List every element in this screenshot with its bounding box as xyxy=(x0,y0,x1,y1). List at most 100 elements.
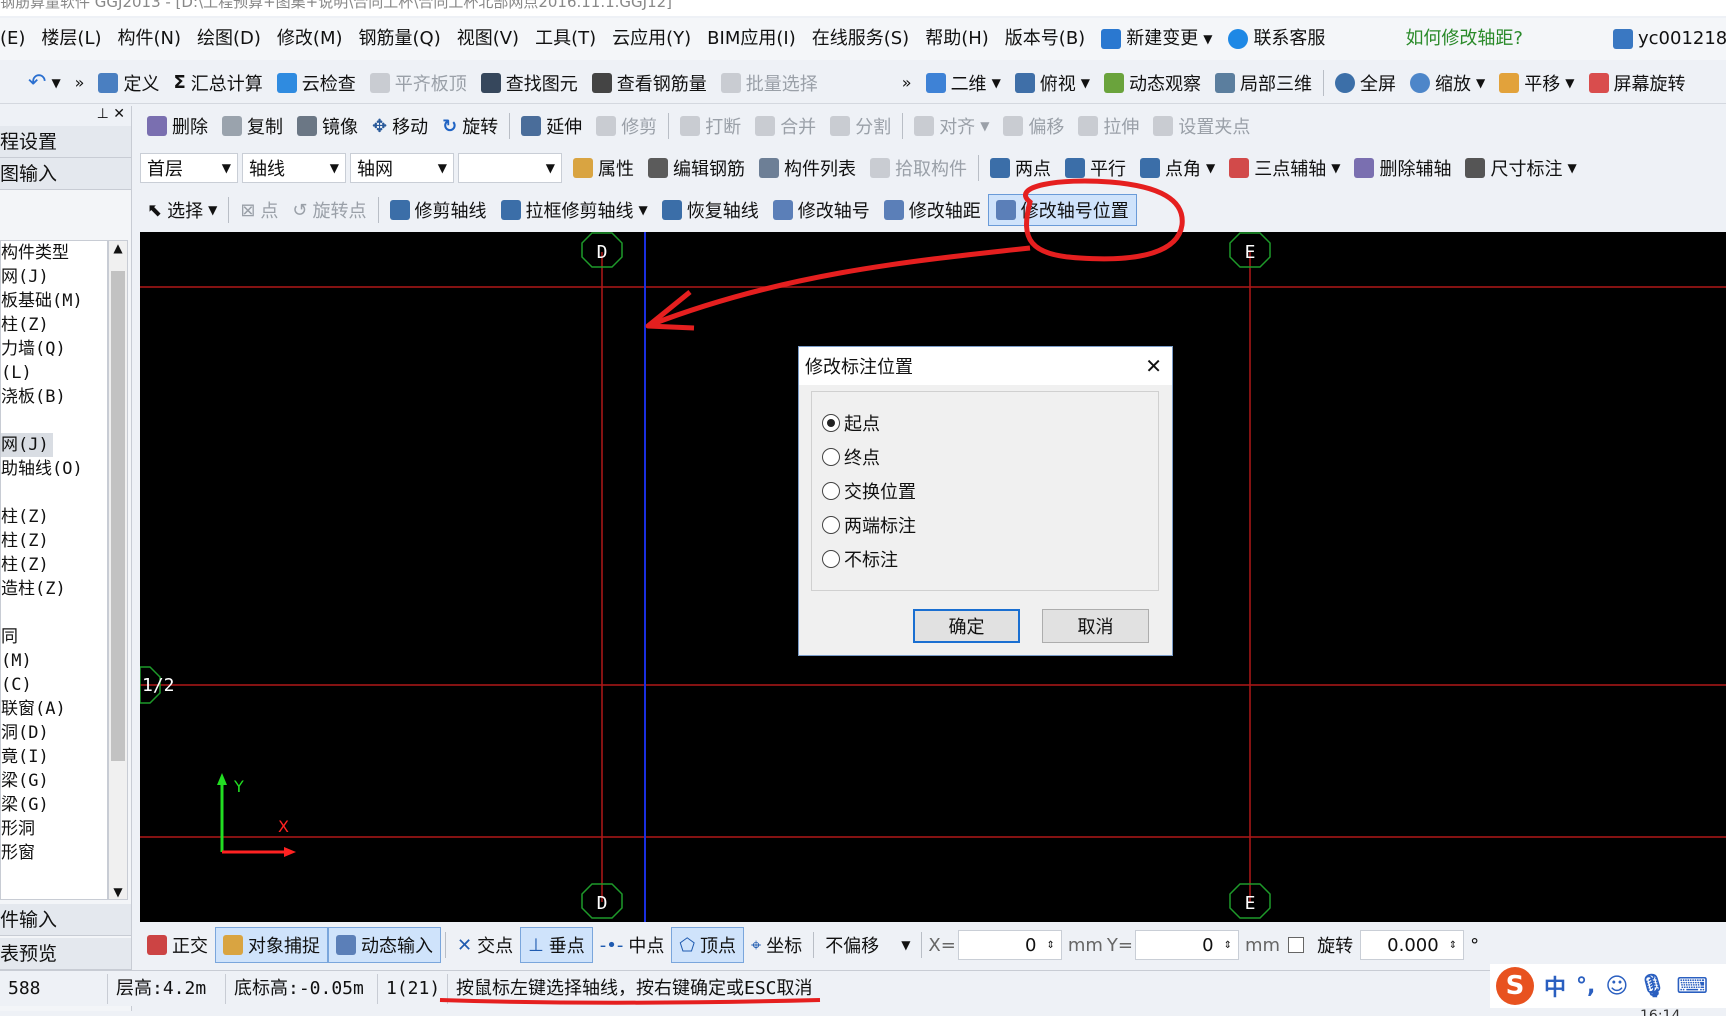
punctuation-icon[interactable]: °, xyxy=(1576,974,1595,999)
tree-item[interactable]: 形洞 xyxy=(1,817,107,841)
project-settings-tab[interactable]: 程设置 xyxy=(0,126,131,158)
user-account[interactable]: yc001218▼ xyxy=(1605,19,1726,59)
new-change-button[interactable]: 新建变更 ▼ xyxy=(1093,19,1220,59)
tree-item[interactable]: 造柱(Z) xyxy=(1,577,107,601)
grip-button[interactable]: 设置夹点 xyxy=(1146,108,1257,144)
component-name-select[interactable]: ▼ xyxy=(458,153,562,183)
tree-item[interactable]: 助轴线(O) xyxy=(1,457,107,481)
partial-3d-button[interactable]: 局部三维 xyxy=(1208,65,1319,101)
tree-item[interactable]: 洞(D) xyxy=(1,721,107,745)
tree-item[interactable]: 柱(Z) xyxy=(1,505,107,529)
radio-end[interactable]: 终点 xyxy=(812,440,1158,474)
component-type-select[interactable]: 轴线 ▼ xyxy=(242,153,346,183)
tree-item[interactable]: 柱(Z) xyxy=(1,529,107,553)
rotate-checkbox[interactable] xyxy=(1288,937,1305,953)
modify-label-button[interactable]: 修改轴号 xyxy=(766,192,877,228)
component-input-tab[interactable]: 件输入 xyxy=(0,904,131,936)
more-chevron-icon[interactable]: » xyxy=(68,65,92,101)
pick-component-button[interactable]: 拾取构件 xyxy=(863,150,974,186)
radio-none[interactable]: 不标注 xyxy=(812,542,1158,576)
midpoint-snap[interactable]: -•- 中点 xyxy=(593,927,672,963)
menu-help[interactable]: 帮助(H) xyxy=(917,19,997,59)
rotate-point-button[interactable]: ↺ 旋转点 xyxy=(285,192,373,228)
delete-button[interactable]: 删除 xyxy=(140,108,215,144)
define-button[interactable]: 定义 xyxy=(91,65,166,101)
box-trim-axis-dropdown[interactable]: 拉框修剪轴线 ▼ xyxy=(494,192,655,228)
parallel-button[interactable]: 平行 xyxy=(1058,150,1133,186)
properties-button[interactable]: 属性 xyxy=(566,150,641,186)
dynamic-view-button[interactable]: 动态观察 xyxy=(1097,65,1208,101)
find-element-button[interactable]: 查找图元 xyxy=(474,65,585,101)
batch-select-button[interactable]: 批量选择 xyxy=(714,65,825,101)
flat-slab-button[interactable]: 平齐板顶 xyxy=(363,65,474,101)
dimension-dropdown[interactable]: 尺寸标注 ▼ xyxy=(1458,150,1583,186)
perpendicular-snap[interactable]: ⊥ 垂点 xyxy=(520,927,593,963)
align-dropdown[interactable]: 对齐 ▼ xyxy=(907,108,996,144)
radio-start[interactable]: 起点 xyxy=(812,406,1158,440)
point-angle-dropdown[interactable]: 点角 ▼ xyxy=(1133,150,1222,186)
offset-mode-dropdown[interactable]: 不偏移 ▼ xyxy=(818,927,917,963)
tree-item[interactable]: 梁(G) xyxy=(1,793,107,817)
close-icon[interactable]: ✕ xyxy=(113,106,125,122)
tree-item[interactable]: 形窗 xyxy=(1,841,107,865)
menu-version[interactable]: 版本号(B) xyxy=(997,19,1093,59)
tree-item[interactable]: 构件类型 xyxy=(1,241,107,265)
ime-chinese-mode[interactable]: 中 xyxy=(1544,970,1566,1002)
modify-label-position-button[interactable]: 修改轴号位置 xyxy=(987,194,1137,226)
pan-dropdown[interactable]: 平移 ▼ xyxy=(1492,65,1581,101)
merge-button[interactable]: 合并 xyxy=(748,108,823,144)
menu-tools[interactable]: 工具(T) xyxy=(527,19,604,59)
menu-bim[interactable]: BIM应用(I) xyxy=(699,19,804,59)
intersection-snap[interactable]: ✕ 交点 xyxy=(450,927,520,963)
menu-view[interactable]: 视图(V) xyxy=(449,19,527,59)
component-subtype-select[interactable]: 轴网 ▼ xyxy=(350,153,454,183)
rotate-button[interactable]: ↻ 旋转 xyxy=(435,108,505,144)
tree-item[interactable]: 网(J) xyxy=(1,265,107,289)
modify-distance-button[interactable]: 修改轴距 xyxy=(877,192,988,228)
tree-item[interactable]: (C) xyxy=(1,673,107,697)
ime-bar[interactable]: S 中 °, ☺ 🎙 ⌨ xyxy=(1490,964,1726,1008)
vertex-snap[interactable]: ⬠ 顶点 xyxy=(671,927,745,963)
move-button[interactable]: ✥ 移动 xyxy=(365,108,435,144)
menu-modify[interactable]: 修改(M) xyxy=(269,19,351,59)
menu-floor[interactable]: 楼层(L) xyxy=(33,19,109,59)
menu-edit[interactable]: (E) xyxy=(0,19,33,59)
screen-rotate-button[interactable]: 屏幕旋转 xyxy=(1582,65,1693,101)
edit-rebar-button[interactable]: 编辑钢筋 xyxy=(641,150,752,186)
radio-swap[interactable]: 交换位置 xyxy=(812,474,1158,508)
coordinate-snap[interactable]: ⌖ 坐标 xyxy=(744,927,809,963)
dialog-close-icon[interactable]: ✕ xyxy=(1145,354,1162,378)
tree-item-selected[interactable]: 网(J) xyxy=(1,433,53,457)
stretch-button[interactable]: 拉伸 xyxy=(1071,108,1146,144)
dynamic-input-toggle[interactable]: 动态输入 xyxy=(328,927,441,963)
object-snap-toggle[interactable]: 对象捕捉 xyxy=(215,927,328,963)
menu-online[interactable]: 在线服务(S) xyxy=(804,19,917,59)
three-point-aux-dropdown[interactable]: 三点辅轴 ▼ xyxy=(1222,150,1347,186)
undo-button[interactable]: ↶ ▼ xyxy=(0,65,68,101)
tree-item[interactable]: 柱(Z) xyxy=(1,313,107,337)
menu-cloud[interactable]: 云应用(Y) xyxy=(604,19,699,59)
tree-item[interactable]: 梁(G) xyxy=(1,769,107,793)
scroll-up-icon[interactable]: ▲ xyxy=(109,241,127,255)
cancel-button[interactable]: 取消 xyxy=(1042,609,1149,643)
offset-button[interactable]: 偏移 xyxy=(996,108,1071,144)
more2-chevron-icon[interactable]: » xyxy=(895,65,919,101)
menu-component[interactable]: 构件(N) xyxy=(110,19,190,59)
pin-icon[interactable]: ⊥ xyxy=(97,106,109,122)
sum-calc-button[interactable]: Σ 汇总计算 xyxy=(166,65,269,101)
tree-item[interactable]: (L) xyxy=(1,361,107,385)
trim-button[interactable]: 修剪 xyxy=(589,108,664,144)
trim-axis-button[interactable]: 修剪轴线 xyxy=(383,192,494,228)
x-input[interactable]: 0 ⇕ xyxy=(957,930,1062,960)
scroll-thumb[interactable] xyxy=(111,271,125,761)
floor-select[interactable]: 首层 ▼ xyxy=(140,153,238,183)
tree-item[interactable]: 板基础(M) xyxy=(1,289,107,313)
tree-scrollbar[interactable]: ▲ ▼ xyxy=(108,240,128,900)
ok-button[interactable]: 确定 xyxy=(913,609,1020,643)
report-preview-tab[interactable]: 表预览 xyxy=(0,938,131,970)
view-rebar-button[interactable]: 查看钢筋量 xyxy=(585,65,714,101)
tree-item[interactable]: (M) xyxy=(1,649,107,673)
full-screen-button[interactable]: 全屏 xyxy=(1328,65,1403,101)
radio-both[interactable]: 两端标注 xyxy=(812,508,1158,542)
ortho-toggle[interactable]: 正交 xyxy=(140,927,215,963)
